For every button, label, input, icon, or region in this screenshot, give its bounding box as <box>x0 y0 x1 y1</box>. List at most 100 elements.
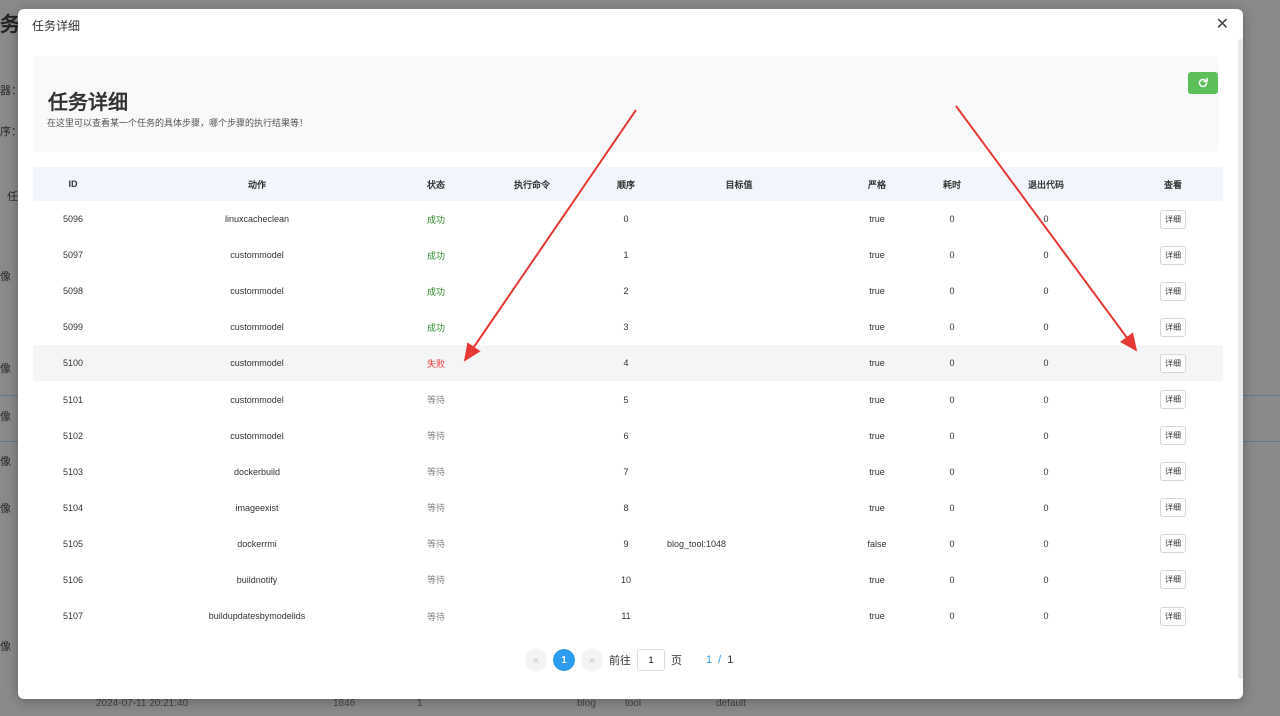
cell-command <box>471 598 593 634</box>
task-steps-table: ID 动作 状态 执行命令 顺序 目标值 严格 耗时 退出代码 查看 5096 l… <box>33 167 1223 634</box>
detail-button[interactable]: 详细 <box>1160 209 1186 229</box>
cell-order: 4 <box>623 358 629 369</box>
cell-status: 成功 <box>426 322 445 333</box>
background-label: 像 <box>0 271 11 283</box>
cell-status: 等待 <box>426 611 445 622</box>
column-header-order: 顺序 <box>616 179 635 190</box>
cell-status: 等待 <box>426 467 445 478</box>
cell-strict: true <box>869 394 885 405</box>
cell-duration: 0 <box>949 574 955 585</box>
detail-button[interactable]: 详细 <box>1160 281 1186 301</box>
next-page-button[interactable]: » <box>581 649 603 671</box>
detail-button[interactable]: 详细 <box>1160 534 1186 554</box>
detail-button[interactable]: 详细 <box>1160 606 1186 626</box>
cell-exit-code: 0 <box>1043 358 1049 369</box>
cell-action: custommodel <box>230 358 284 369</box>
table-row: 5105 dockerrmi 等待 9 blog_tool:1048 false 0 0 详细 <box>33 526 1223 562</box>
cell-exit-code: 0 <box>1043 250 1049 261</box>
current-page-indicator: 1 <box>706 654 713 666</box>
detail-button[interactable]: 详细 <box>1160 462 1186 482</box>
cell-order: 1 <box>623 250 629 261</box>
cell-duration: 0 <box>949 250 955 261</box>
cell-duration: 0 <box>949 430 955 441</box>
goto-label: 前往 <box>609 655 631 667</box>
dialog-scrollbar[interactable] <box>1238 39 1243 679</box>
column-header-status: 状态 <box>426 179 445 190</box>
background-divider <box>0 441 20 442</box>
prev-page-button[interactable]: « <box>525 649 547 671</box>
cell-target <box>659 562 819 598</box>
cell-action: buildnotify <box>236 574 278 585</box>
table-row: 5097 custommodel 成功 1 true 0 0 详细 <box>33 237 1223 273</box>
table-row: 5100 custommodel 失败 4 true 0 0 详细 <box>33 345 1223 382</box>
cell-view: 详细 <box>1123 273 1223 309</box>
cell-strict: true <box>869 574 885 585</box>
cell-action: dockerrmi <box>237 538 277 549</box>
cell-target <box>659 418 819 454</box>
cell-view: 详细 <box>1123 309 1223 345</box>
cell-status: 成功 <box>426 214 445 225</box>
cell-order: 2 <box>623 286 629 297</box>
background-divider <box>1240 395 1280 396</box>
cell-status: 等待 <box>426 575 445 586</box>
refresh-icon <box>1198 77 1208 88</box>
cell-command <box>471 454 593 490</box>
detail-button[interactable]: 详细 <box>1160 498 1186 518</box>
background-label: 任 <box>7 191 18 203</box>
table-row: 5103 dockerbuild 等待 7 true 0 0 详细 <box>33 454 1223 490</box>
cell-action: dockerbuild <box>233 466 281 477</box>
cell-view: 详细 <box>1123 562 1223 598</box>
detail-button[interactable]: 详细 <box>1160 570 1186 590</box>
detail-button[interactable]: 详细 <box>1160 245 1186 265</box>
cell-order: 11 <box>621 611 631 622</box>
column-header-duration: 耗时 <box>942 179 961 190</box>
background-blog: blog <box>577 698 596 709</box>
cell-id: 5107 <box>62 611 84 622</box>
goto-page-input[interactable] <box>637 649 665 671</box>
cell-exit-code: 0 <box>1043 538 1049 549</box>
cell-target <box>659 345 819 381</box>
cell-view: 详细 <box>1123 598 1223 634</box>
column-header-exit-code: 退出代码 <box>1027 179 1064 190</box>
column-header-view: 查看 <box>1163 179 1182 190</box>
cell-exit-code: 0 <box>1043 574 1049 585</box>
page-1-button[interactable]: 1 <box>553 649 575 671</box>
cell-target <box>659 309 819 345</box>
cell-target <box>659 381 819 417</box>
detail-button[interactable]: 详细 <box>1160 353 1186 373</box>
close-icon[interactable]: ✕ <box>1216 17 1229 33</box>
background-tool: tool <box>625 698 642 709</box>
cell-action: custommodel <box>230 430 284 441</box>
total-pages: 1 <box>727 654 734 666</box>
table-row: 5098 custommodel 成功 2 true 0 0 详细 <box>33 273 1223 309</box>
cell-exit-code: 0 <box>1043 322 1049 333</box>
background-default: default <box>716 698 747 709</box>
cell-duration: 0 <box>949 502 955 513</box>
cell-strict: true <box>869 286 885 297</box>
detail-button[interactable]: 详细 <box>1160 390 1186 410</box>
table-row: 5102 custommodel 等待 6 true 0 0 详细 <box>33 418 1223 454</box>
cell-duration: 0 <box>949 322 955 333</box>
cell-strict: true <box>869 322 885 333</box>
pagination: « 1 » 前往 页 1 / 1 <box>525 649 733 671</box>
cell-status: 等待 <box>426 431 445 442</box>
refresh-button[interactable] <box>1188 72 1218 94</box>
cell-action: linuxcacheclean <box>224 214 290 225</box>
cell-id: 5101 <box>62 394 84 405</box>
cell-strict: true <box>869 611 885 622</box>
cell-status: 失败 <box>426 358 445 369</box>
background-divider <box>0 395 20 396</box>
table-row: 5096 linuxcacheclean 成功 0 true 0 0 详细 <box>33 201 1223 237</box>
table-header-row: ID 动作 状态 执行命令 顺序 目标值 严格 耗时 退出代码 查看 <box>33 167 1223 201</box>
detail-button[interactable]: 详细 <box>1160 426 1186 446</box>
cell-action: custommodel <box>230 250 284 261</box>
cell-order: 7 <box>623 466 629 477</box>
background-one: 1 <box>417 698 423 709</box>
cell-duration: 0 <box>949 214 955 225</box>
cell-target <box>659 201 819 237</box>
cell-id: 5100 <box>62 358 84 369</box>
detail-button[interactable]: 详细 <box>1160 317 1186 337</box>
cell-view: 详细 <box>1123 237 1223 273</box>
background-label: 像 <box>0 411 11 423</box>
cell-target <box>659 273 819 309</box>
